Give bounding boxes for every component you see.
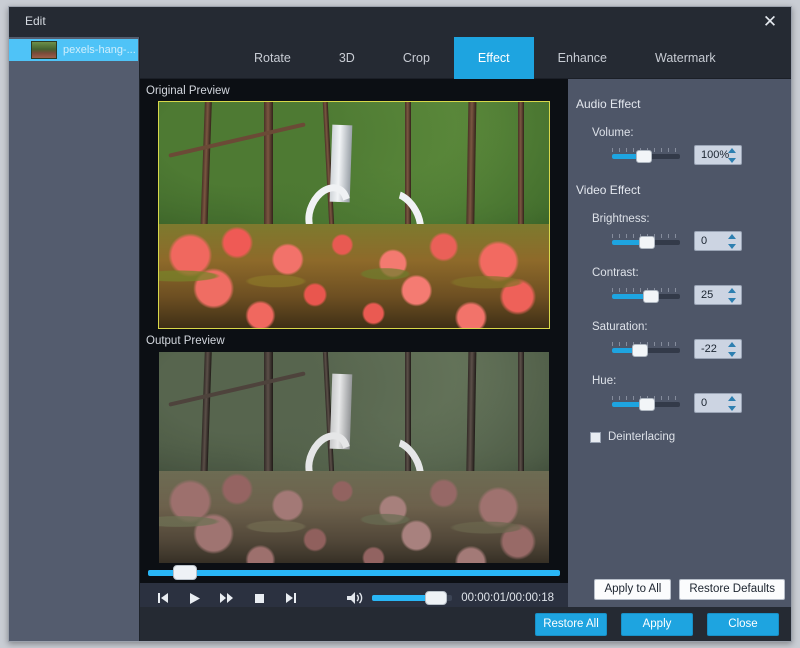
volume-label: Volume: [592,127,634,139]
seek-bar-container [140,563,568,583]
volume-effect-slider[interactable] [612,146,680,164]
output-preview-image [158,351,550,573]
volume-slider[interactable] [372,591,452,605]
tab-effect[interactable]: Effect [453,37,534,79]
timecode-display: 00:00:01/00:00:18 [461,592,554,604]
brightness-control-row: 0 [612,231,791,251]
brightness-stepper[interactable]: 0 [694,231,742,251]
hue-stepper-arrows[interactable] [728,396,737,411]
sidebar-item-video[interactable]: pexels-hang-... [9,39,138,61]
volume-slider-fill [372,595,432,601]
hue-stepper[interactable]: 0 [694,393,742,413]
contrast-slider[interactable] [612,286,680,304]
brightness-value: 0 [701,235,708,247]
saturation-value: -22 [701,343,717,355]
deinterlacing-checkbox-row[interactable]: Deinterlacing [590,431,791,443]
audio-effect-group-title: Audio Effect [576,97,641,111]
panel-action-bar: Apply to All Restore Defaults [568,569,791,609]
output-preview-label: Output Preview [146,335,225,347]
deinterlacing-label: Deinterlacing [608,431,676,443]
preview-area: Original Preview Output Preview [140,79,568,609]
hue-label: Hue: [592,375,617,387]
hue-value: 0 [701,397,708,409]
saturation-slider[interactable] [612,340,680,358]
close-icon[interactable]: ✕ [755,10,785,34]
volume-control-row: 100% [612,145,791,165]
tab-3d[interactable]: 3D [315,37,379,79]
tab-bar: Rotate 3D Crop Effect Enhance Watermark [140,37,791,79]
restore-defaults-button[interactable]: Restore Defaults [679,578,785,600]
volume-value: 100% [701,149,730,161]
volume-stepper-arrows[interactable] [728,148,737,163]
restore-all-button[interactable]: Restore All [535,612,607,636]
window-title: Edit [25,14,46,28]
tab-rotate[interactable]: Rotate [230,37,315,79]
saturation-stepper-arrows[interactable] [728,342,737,357]
volume-stepper[interactable]: 100% [694,145,742,165]
tab-enhance[interactable]: Enhance [534,37,631,79]
edit-dialog: Edit ✕ pexels-hang-... Rotate 3D Crop Ef… [8,6,792,642]
contrast-label: Contrast: [592,267,639,279]
brightness-stepper-arrows[interactable] [728,234,737,249]
seek-bar[interactable] [148,565,560,580]
effect-settings-panel: Audio Effect Volume: 100% Video Effect B… [568,79,791,569]
contrast-value: 25 [701,289,714,301]
hue-slider[interactable] [612,394,680,412]
apply-button[interactable]: Apply [621,612,693,636]
hue-control-row: 0 [612,393,791,413]
seek-handle[interactable] [172,565,197,580]
brightness-slider[interactable] [612,232,680,250]
contrast-stepper-arrows[interactable] [728,288,737,303]
contrast-stepper[interactable]: 25 [694,285,742,305]
saturation-label: Saturation: [592,321,648,333]
volume-slider-handle[interactable] [424,591,447,605]
original-preview-image [158,101,550,329]
volume-icon[interactable] [346,591,364,605]
video-effect-group-title: Video Effect [576,183,641,197]
close-button[interactable]: Close [707,612,779,636]
contrast-control-row: 25 [612,285,791,305]
file-list-sidebar: pexels-hang-... [9,37,140,641]
apply-to-all-button[interactable]: Apply to All [594,578,672,600]
sidebar-item-label: pexels-hang-... [63,44,136,56]
tab-crop[interactable]: Crop [379,37,454,79]
brightness-label: Brightness: [592,213,650,225]
dialog-footer: Restore All Apply Close [140,607,791,641]
original-preview-label: Original Preview [146,85,230,97]
deinterlacing-checkbox[interactable] [590,431,601,443]
saturation-stepper[interactable]: -22 [694,339,742,359]
video-thumbnail [31,41,57,59]
saturation-control-row: -22 [612,339,791,359]
tab-watermark[interactable]: Watermark [631,37,740,79]
title-bar: Edit ✕ [9,7,791,37]
